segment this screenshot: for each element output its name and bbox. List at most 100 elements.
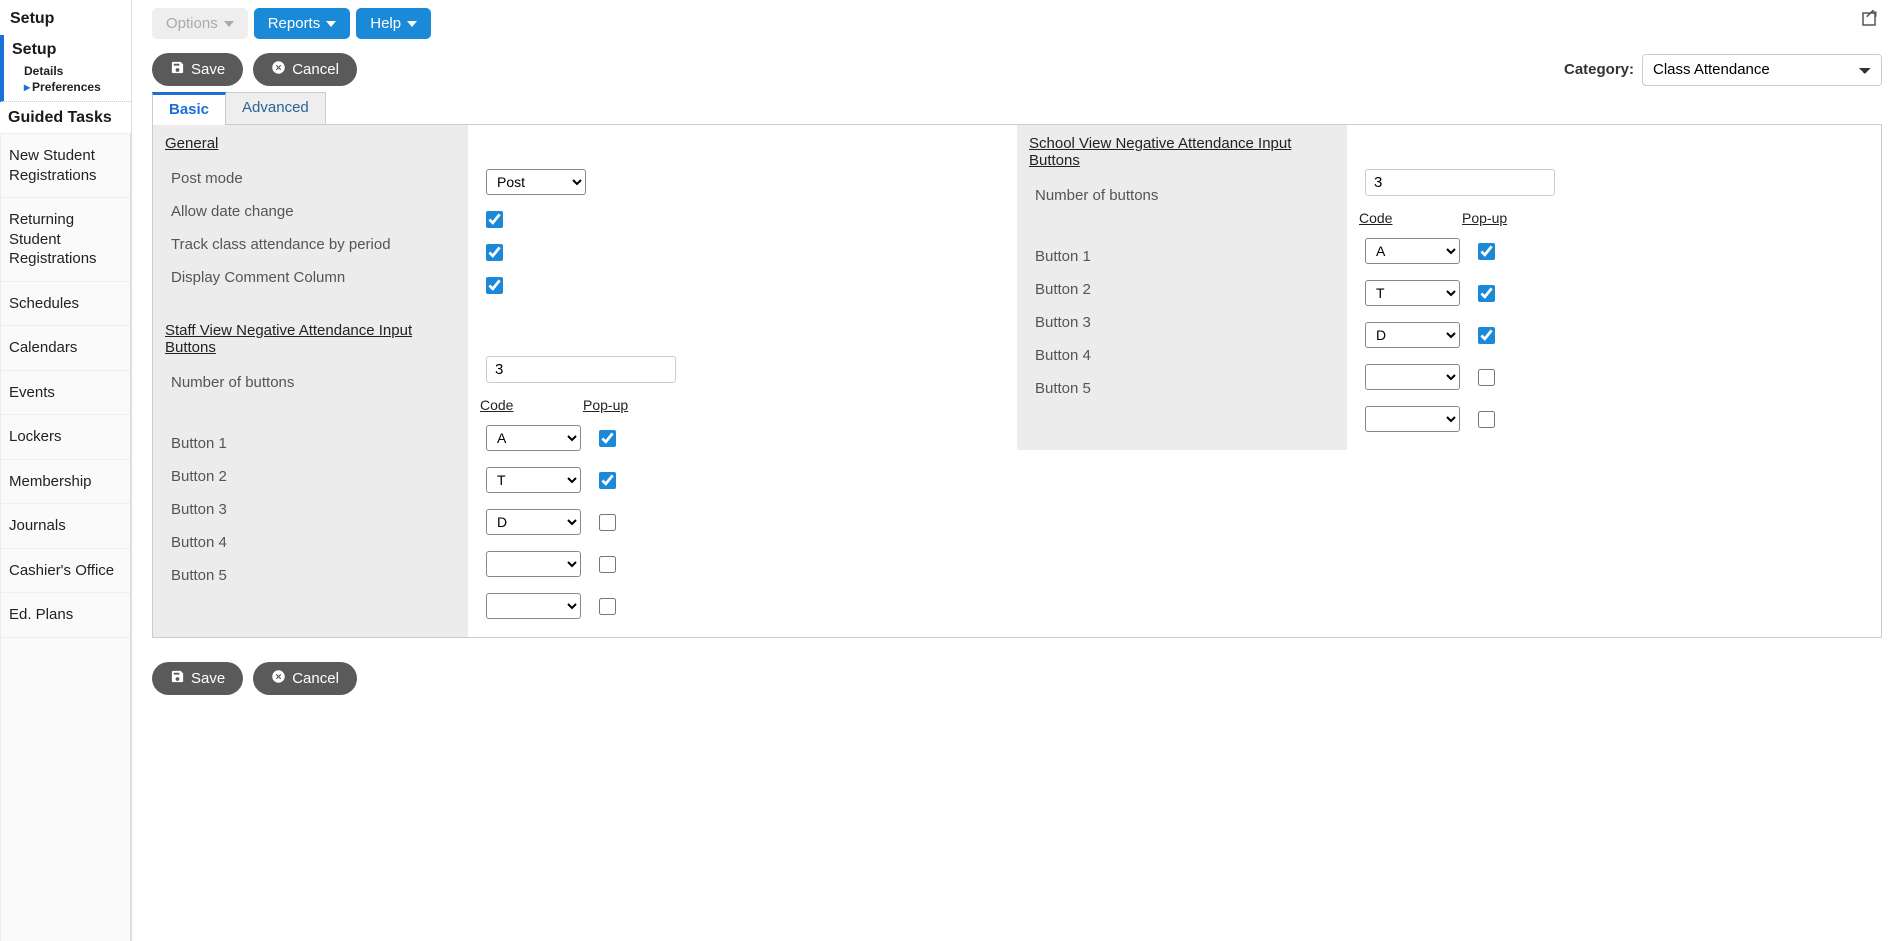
- tab-content-basic: General Post mode Allow date change Trac…: [152, 125, 1882, 638]
- guided-tasks-title: Guided Tasks: [8, 108, 123, 127]
- sidebar: Setup Setup Details Preferences Guided T…: [0, 0, 132, 941]
- general-controls: Post: [468, 125, 1017, 312]
- maximize-icon[interactable]: [1860, 10, 1878, 28]
- staff-number-label: Number of buttons: [171, 374, 294, 391]
- school-button2-popup[interactable]: [1478, 285, 1495, 302]
- page-title-top: Setup: [0, 0, 131, 35]
- track-period-label: Track class attendance by period: [171, 236, 391, 253]
- save-label-bottom: Save: [191, 670, 225, 687]
- chevron-down-icon: [407, 21, 417, 27]
- school-buttons-heading: School View Negative Attendance Input Bu…: [1029, 135, 1335, 169]
- main-content: Options Reports Help Save: [132, 0, 1902, 941]
- school-code-header: Code: [1359, 210, 1454, 226]
- cancel-icon: [271, 60, 286, 79]
- sidebar-subitem-preferences[interactable]: Preferences: [12, 79, 123, 95]
- save-button-bottom[interactable]: Save: [152, 662, 243, 695]
- sidebar-guided-heading: Guided Tasks: [0, 102, 131, 133]
- general-labels: General Post mode Allow date change Trac…: [153, 125, 468, 312]
- staff-button2-label: Button 2: [171, 468, 227, 485]
- sidebar-setup-title: Setup: [12, 41, 123, 59]
- staff-code-header: Code: [480, 397, 575, 413]
- school-button5-popup[interactable]: [1478, 411, 1495, 428]
- tabs: Basic Advanced: [152, 92, 1882, 125]
- staff-number-input[interactable]: [486, 356, 676, 383]
- cancel-icon: [271, 669, 286, 688]
- save-button[interactable]: Save: [152, 53, 243, 86]
- staff-buttons-controls: Code Pop-up A T D: [468, 312, 1017, 637]
- school-number-label: Number of buttons: [1035, 187, 1158, 204]
- sidebar-item-cashiers-office[interactable]: Cashier's Office: [1, 549, 130, 594]
- staff-button3-code[interactable]: D: [486, 509, 581, 535]
- action-bar: Save Cancel Category: Class Attendance: [152, 53, 1882, 86]
- sidebar-item-journals[interactable]: Journals: [1, 504, 130, 549]
- school-button1-label: Button 1: [1035, 248, 1091, 265]
- sidebar-item-calendars[interactable]: Calendars: [1, 326, 130, 371]
- sidebar-item-lockers[interactable]: Lockers: [1, 415, 130, 460]
- school-button4-code[interactable]: [1365, 364, 1460, 390]
- help-button[interactable]: Help: [356, 8, 431, 39]
- sidebar-item-schedules[interactable]: Schedules: [1, 282, 130, 327]
- reports-label: Reports: [268, 15, 321, 32]
- staff-col-headers: Code Pop-up: [480, 391, 1005, 417]
- sidebar-item-new-student-registrations[interactable]: New Student Registrations: [1, 134, 130, 198]
- staff-button4-code[interactable]: [486, 551, 581, 577]
- allow-date-change-label: Allow date change: [171, 203, 294, 220]
- school-button1-code[interactable]: A: [1365, 238, 1460, 264]
- staff-button2-popup[interactable]: [599, 472, 616, 489]
- school-button2-code[interactable]: T: [1365, 280, 1460, 306]
- options-button: Options: [152, 8, 248, 39]
- save-label: Save: [191, 61, 225, 78]
- school-button3-code[interactable]: D: [1365, 322, 1460, 348]
- post-mode-select[interactable]: Post: [486, 169, 586, 195]
- help-label: Help: [370, 15, 401, 32]
- school-button3-popup[interactable]: [1478, 327, 1495, 344]
- general-heading: General: [165, 135, 456, 152]
- cancel-label: Cancel: [292, 61, 339, 78]
- school-button2-label: Button 2: [1035, 281, 1091, 298]
- staff-buttons-heading: Staff View Negative Attendance Input But…: [165, 322, 456, 356]
- chevron-down-icon: [224, 21, 234, 27]
- display-comment-checkbox[interactable]: [486, 277, 503, 294]
- sidebar-item-returning-student-registrations[interactable]: Returning Student Registrations: [1, 198, 130, 282]
- save-icon: [170, 60, 185, 79]
- staff-button1-popup[interactable]: [599, 430, 616, 447]
- staff-button1-label: Button 1: [171, 435, 227, 452]
- cancel-label-bottom: Cancel: [292, 670, 339, 687]
- staff-button4-popup[interactable]: [599, 556, 616, 573]
- reports-button[interactable]: Reports: [254, 8, 351, 39]
- tab-basic[interactable]: Basic: [152, 92, 226, 124]
- staff-button1-code[interactable]: A: [486, 425, 581, 451]
- display-comment-label: Display Comment Column: [171, 269, 345, 286]
- staff-button4-label: Button 4: [171, 534, 227, 551]
- allow-date-change-checkbox[interactable]: [486, 211, 503, 228]
- school-button4-label: Button 4: [1035, 347, 1091, 364]
- save-icon: [170, 669, 185, 688]
- chevron-down-icon: [326, 21, 336, 27]
- cancel-button-bottom[interactable]: Cancel: [253, 662, 357, 695]
- options-label: Options: [166, 15, 218, 32]
- school-button4-popup[interactable]: [1478, 369, 1495, 386]
- school-button3-label: Button 3: [1035, 314, 1091, 331]
- staff-button5-popup[interactable]: [599, 598, 616, 615]
- track-period-checkbox[interactable]: [486, 244, 503, 261]
- staff-button3-popup[interactable]: [599, 514, 616, 531]
- sidebar-item-ed-plans[interactable]: Ed. Plans: [1, 593, 130, 638]
- sidebar-subitem-details[interactable]: Details: [12, 63, 123, 79]
- staff-button2-code[interactable]: T: [486, 467, 581, 493]
- category-select[interactable]: Class Attendance: [1642, 54, 1882, 86]
- staff-button5-label: Button 5: [171, 567, 227, 584]
- cancel-button[interactable]: Cancel: [253, 53, 357, 86]
- sidebar-item-events[interactable]: Events: [1, 371, 130, 416]
- sidebar-item-membership[interactable]: Membership: [1, 460, 130, 505]
- bottom-action-bar: Save Cancel: [152, 662, 1882, 695]
- staff-button5-code[interactable]: [486, 593, 581, 619]
- school-buttons-controls: Code Pop-up A T D: [1347, 125, 1881, 450]
- school-button5-code[interactable]: [1365, 406, 1460, 432]
- school-button5-label: Button 5: [1035, 380, 1091, 397]
- school-button1-popup[interactable]: [1478, 243, 1495, 260]
- post-mode-label: Post mode: [171, 170, 243, 187]
- tab-advanced[interactable]: Advanced: [225, 92, 326, 124]
- topbar: Options Reports Help: [152, 8, 1882, 39]
- school-number-input[interactable]: [1365, 169, 1555, 196]
- staff-buttons-labels: Staff View Negative Attendance Input But…: [153, 312, 468, 637]
